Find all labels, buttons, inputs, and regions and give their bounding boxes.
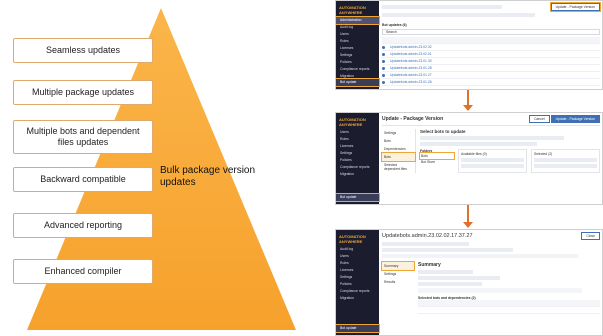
table-row[interactable]: Updatebots.admin.23.02.01 — [382, 51, 600, 58]
main-pane: Update - Package Version Cancel Update -… — [381, 115, 600, 202]
table-row[interactable] — [418, 307, 600, 314]
tab-summary[interactable]: Summary — [381, 261, 415, 271]
sidebar-item-bot-update[interactable]: Bot update — [336, 193, 380, 202]
summary-title: Summary — [418, 262, 441, 268]
feature-label: Enhanced compiler — [44, 266, 122, 276]
detail-tabs: Summary Settings Results — [381, 261, 415, 314]
selected-label: Selected (2) — [534, 152, 553, 156]
table-row[interactable]: Updatebots.admin.23.02.02 — [382, 44, 600, 51]
sidebar: AUTOMATION ANYWHERE Users Roles Licenses… — [336, 113, 380, 204]
logo: AUTOMATION ANYWHERE — [339, 234, 366, 244]
sidebar-item-bot-update[interactable]: Bot update — [336, 324, 380, 333]
search-input[interactable]: Search — [382, 29, 600, 35]
feature-label: Seamless updates — [45, 45, 121, 55]
available-files: Available files (0) — [458, 149, 527, 173]
available-label: Available files (0) — [461, 152, 487, 156]
down-arrow-icon — [463, 90, 473, 112]
page-title: Update - Package Version — [382, 116, 444, 122]
sidebar-item-policies[interactable]: Policies — [336, 59, 379, 66]
table-row[interactable]: Updatebots.admin.23.01.26 — [382, 79, 600, 86]
feature-box-advanced-reporting: Advanced reporting — [13, 213, 153, 238]
tab-results[interactable]: Results — [382, 278, 414, 286]
section-title: Bot updates (6) — [382, 23, 407, 27]
sidebar-item-compliance-reports[interactable]: Compliance reports — [336, 66, 379, 73]
table-row[interactable]: Updatebots.admin.23.01.28 — [382, 65, 600, 72]
sidebar: AUTOMATION ANYWHERE Administration Audit… — [336, 1, 380, 89]
tab-settings[interactable]: Settings — [382, 270, 414, 278]
step-bots-active[interactable]: Bots — [381, 152, 416, 162]
table-row[interactable]: Updatebots.admin.23.01.27 — [382, 72, 600, 79]
wizard-steps: Settings Bots Dependencies Bots Selected… — [381, 129, 416, 173]
panel-title: Select bots to update — [420, 129, 466, 134]
close-button[interactable]: Close — [581, 232, 600, 240]
main-pane: Update - Package Version Bot updates (6)… — [382, 2, 602, 87]
center-label: Bulk package version updates — [160, 165, 256, 188]
feature-label: Backward compatible — [40, 174, 126, 184]
sidebar-item-compliance-reports[interactable]: Compliance reports — [336, 288, 379, 295]
sidebar-item-users[interactable]: Users — [336, 253, 379, 260]
folder-tree: Folders Bots Bot Store — [419, 149, 455, 173]
update-package-version-button[interactable]: Update - Package Version — [549, 2, 602, 12]
feature-box-backward-compatible: Backward compatible — [13, 167, 153, 192]
sidebar-item-compliance-reports[interactable]: Compliance reports — [336, 164, 379, 171]
sidebar-item-migration[interactable]: Migration — [336, 295, 379, 302]
feature-box-multiple-bots-updates: Multiple bots and dependent files update… — [13, 120, 153, 154]
main-pane: Updatebots.admin.23.02.02.17.37.27 Close… — [381, 232, 600, 333]
sidebar-item-licenses[interactable]: Licenses — [336, 143, 379, 150]
sidebar: AUTOMATION ANYWHERE Audit log Users Role… — [336, 230, 380, 335]
feature-box-enhanced-compiler: Enhanced compiler — [13, 259, 153, 284]
sidebar-item-roles[interactable]: Roles — [336, 260, 379, 267]
sidebar-item-migration[interactable]: Migration — [336, 171, 379, 178]
step-dependent-files[interactable]: Selected dependent files — [382, 161, 415, 173]
sidebar-item-policies[interactable]: Policies — [336, 281, 379, 288]
cancel-button[interactable]: Cancel — [529, 115, 550, 123]
sidebar-item-users[interactable]: Users — [336, 129, 379, 136]
selected-files: Selected (2) — [531, 149, 600, 173]
logo: AUTOMATION ANYWHERE — [339, 117, 366, 127]
page-title: Updatebots.admin.23.02.02.17.37.27 — [382, 233, 473, 239]
down-arrow-icon — [463, 205, 473, 229]
screenshot-bot-updates-list: AUTOMATION ANYWHERE Administration Audit… — [335, 0, 603, 90]
sidebar-item-settings[interactable]: Settings — [336, 150, 379, 157]
sidebar-item-licenses[interactable]: Licenses — [336, 45, 379, 52]
sidebar-item-settings[interactable]: Settings — [336, 274, 379, 281]
feature-label: Multiple bots and dependent files update… — [26, 126, 140, 147]
logo: AUTOMATION ANYWHERE — [339, 5, 366, 15]
table-header — [382, 37, 600, 44]
table-header — [418, 300, 600, 307]
screenshot-update-details: AUTOMATION ANYWHERE Audit log Users Role… — [335, 229, 603, 336]
screenshot-update-package-version: AUTOMATION ANYWHERE Users Roles Licenses… — [335, 112, 603, 205]
step-bots[interactable]: Bots — [382, 137, 415, 145]
sidebar-item-licenses[interactable]: Licenses — [336, 267, 379, 274]
feature-box-seamless-updates: Seamless updates — [13, 38, 153, 63]
sidebar-item-roles[interactable]: Roles — [336, 38, 379, 45]
sidebar-item-audit-log[interactable]: Audit log — [336, 24, 379, 31]
step-dependencies[interactable]: Dependencies — [382, 145, 415, 153]
feature-label: Multiple package updates — [31, 87, 135, 97]
table-row[interactable]: Updatebots.admin.23.01.30 — [382, 58, 600, 65]
step-settings[interactable]: Settings — [382, 129, 415, 137]
feature-label: Advanced reporting — [43, 220, 123, 230]
sidebar-item-users[interactable]: Users — [336, 31, 379, 38]
sidebar-item-administration[interactable]: Administration — [336, 16, 380, 25]
feature-box-multiple-package-updates: Multiple package updates — [13, 80, 153, 105]
sidebar-item-roles[interactable]: Roles — [336, 136, 379, 143]
sidebar-item-bot-update[interactable]: Bot update — [336, 78, 380, 87]
folder-item-bot-store[interactable]: Bot Store — [420, 159, 454, 165]
sidebar-item-settings[interactable]: Settings — [336, 52, 379, 59]
sidebar-item-audit-log[interactable]: Audit log — [336, 246, 379, 253]
sidebar-item-policies[interactable]: Policies — [336, 157, 379, 164]
update-button[interactable]: Update - Package Version — [550, 115, 600, 123]
